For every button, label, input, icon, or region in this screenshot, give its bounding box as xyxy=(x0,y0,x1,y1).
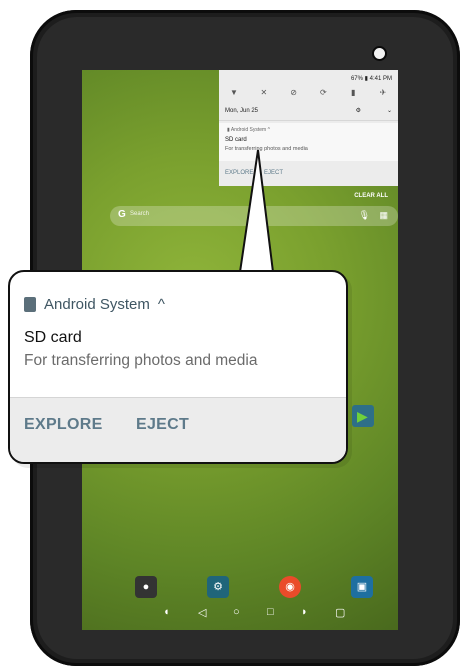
bluetooth-off-icon[interactable]: ✕ xyxy=(255,88,273,97)
camera-app[interactable]: ● xyxy=(135,576,157,598)
back-icon[interactable]: ◁ xyxy=(198,606,206,619)
wifi-icon[interactable]: ▼ xyxy=(225,88,243,97)
quick-settings-tiles: ▼ ✕ ⊘ ⟳ ▮ ✈ xyxy=(225,85,392,99)
notification-callout: Android System ^ SD card For transferrin… xyxy=(8,270,348,464)
divider xyxy=(219,120,398,121)
navigation-bar: ◖ ◁ ○ □ ◗ ▢ xyxy=(82,602,398,626)
play-icon: ▶ xyxy=(357,408,368,424)
mini-notification-text: For transferring photos and media xyxy=(225,146,308,152)
google-logo: G xyxy=(118,209,126,220)
notification-title: SD card xyxy=(24,329,82,346)
gallery-app[interactable]: ▣ xyxy=(351,576,373,598)
search-bar[interactable]: G Search 🎙 ▦ xyxy=(110,206,398,226)
sd-card-icon: ▮ xyxy=(227,127,230,133)
battery-percentage: 67% xyxy=(350,76,363,82)
notification-header: Android System ^ xyxy=(24,296,165,313)
gear-icon[interactable]: ⚙ xyxy=(356,107,361,114)
dnd-icon[interactable]: ⊘ xyxy=(285,88,303,97)
expand-chevron-icon[interactable]: ^ xyxy=(158,296,165,313)
auto-rotate-icon[interactable]: ⟳ xyxy=(314,88,332,97)
mini-notification-title: SD card xyxy=(225,137,247,143)
airplane-mode-icon[interactable]: ✈ xyxy=(374,88,392,97)
date-label: Mon, Jun 25 xyxy=(225,107,259,114)
play-store-app[interactable]: ▶ xyxy=(352,405,374,427)
settings-app[interactable]: ⚙ xyxy=(207,576,229,598)
chevron-down-icon[interactable]: ⌄ xyxy=(387,107,392,114)
chrome-app[interactable]: ◉ xyxy=(279,576,301,598)
mic-icon[interactable]: 🎙 xyxy=(359,210,370,221)
notification-text: For transferring photos and media xyxy=(24,352,258,369)
home-icon[interactable]: ○ xyxy=(233,606,240,618)
sd-card-icon xyxy=(24,297,36,312)
app-dock: ● ⚙ ◉ ▣ xyxy=(82,572,398,602)
eject-button[interactable]: EJECT xyxy=(136,416,189,434)
mini-explore-button[interactable]: EXPLORE xyxy=(225,170,253,176)
chrome-icon: ◉ xyxy=(285,581,295,593)
clear-all-button[interactable]: CLEAR ALL xyxy=(354,193,388,199)
explore-button[interactable]: EXPLORE xyxy=(24,416,103,434)
mini-notification-actions: EXPLORE EJECT xyxy=(219,165,398,183)
notification-shade: 67% ▮ 4:41 PM ▼ ✕ ⊘ ⟳ ▮ ✈ Mon, Jun 25 ⚙ … xyxy=(219,70,398,186)
mini-notification[interactable]: ▮ Android System ^ SD card For transferr… xyxy=(219,123,398,161)
volume-down-icon[interactable]: ◖ xyxy=(163,606,170,618)
gallery-icon: ▣ xyxy=(356,581,368,593)
apps-grid-icon[interactable]: ▦ xyxy=(379,210,388,221)
status-bar: 67% ▮ 4:41 PM xyxy=(351,75,392,82)
volume-up-icon[interactable]: ◗ xyxy=(301,606,308,618)
notification-app-name: Android System xyxy=(44,296,150,313)
notification-actions: EXPLORE EJECT xyxy=(10,397,346,462)
clock: 4:41 PM xyxy=(369,76,392,82)
camera-icon: ● xyxy=(142,581,150,593)
battery-icon: ▮ xyxy=(364,76,368,82)
screenshot-icon[interactable]: ▢ xyxy=(335,606,345,619)
date-row: Mon, Jun 25 ⚙ ⌄ xyxy=(225,107,392,115)
flashlight-icon[interactable]: ▮ xyxy=(344,88,362,97)
search-placeholder: Search xyxy=(130,211,150,217)
mini-eject-button[interactable]: EJECT xyxy=(264,170,283,176)
recents-icon[interactable]: □ xyxy=(267,606,274,618)
settings-icon: ⚙ xyxy=(213,581,223,593)
mini-notification-app: ▮ Android System ^ xyxy=(227,127,270,133)
front-camera xyxy=(372,46,387,61)
